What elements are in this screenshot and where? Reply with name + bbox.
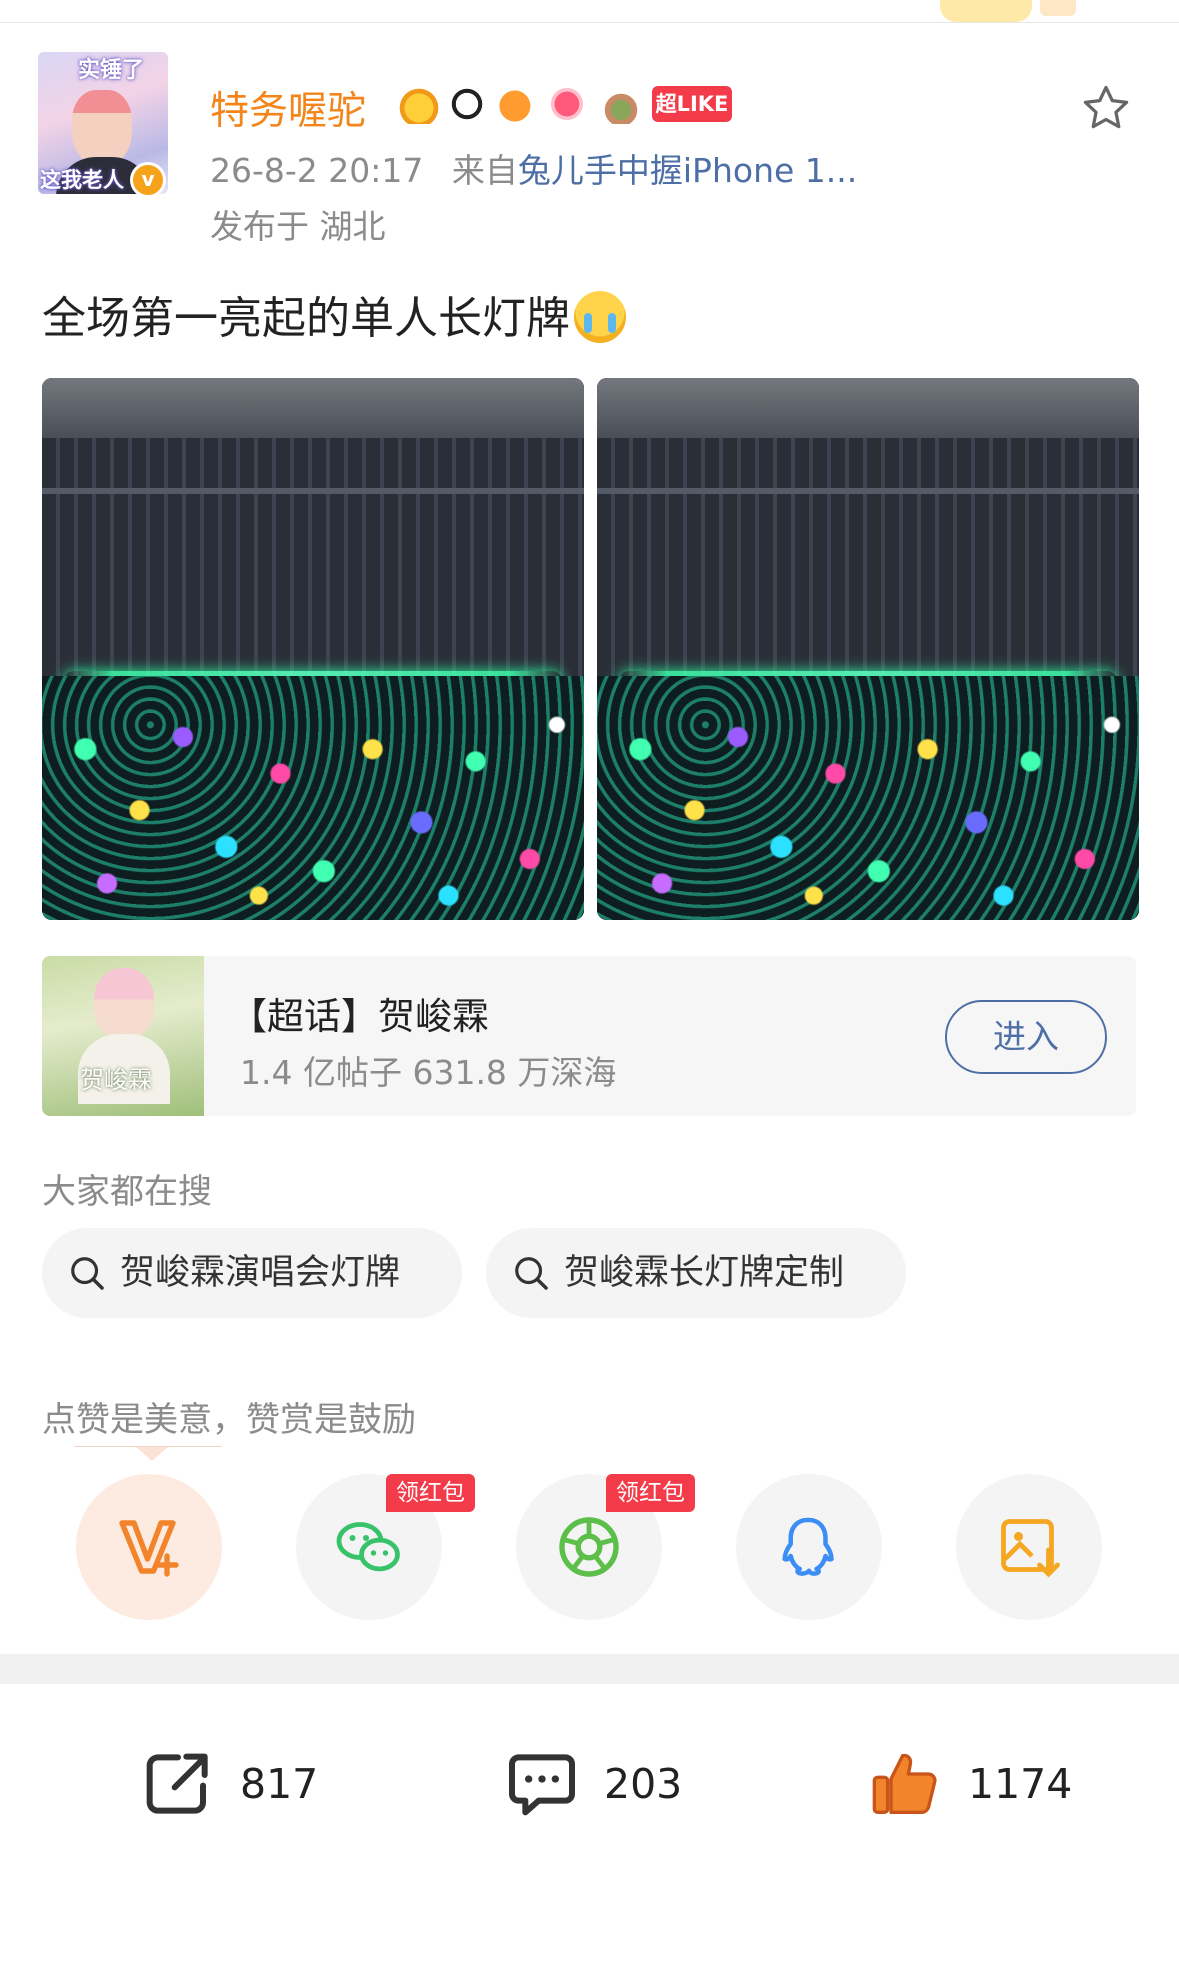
repost-icon (146, 1753, 208, 1814)
diamond-badge-icon[interactable] (548, 84, 590, 124)
post-text: 全场第一亮起的单人长灯牌 (42, 282, 626, 346)
fish-badge-icon[interactable] (496, 84, 538, 124)
reward-button[interactable] (76, 1474, 222, 1620)
comment-count: 203 (604, 1760, 683, 1808)
wechat-icon (336, 1522, 400, 1572)
stadium-roof (42, 378, 584, 715)
repost-button[interactable]: 817 (138, 1744, 318, 1824)
super-topic-title: 【超话】贺峻霖 (230, 995, 489, 1038)
source-prefix: 来自 (451, 151, 518, 190)
qq-icon (782, 1517, 834, 1576)
thumbs-up-icon (872, 1753, 937, 1814)
repost-count: 817 (240, 1760, 319, 1808)
trending-search-label: 大家都在搜 (42, 1172, 212, 1212)
top-banner-fragment (940, 0, 1032, 22)
search-chip-label: 贺峻霖演唱会灯牌 (120, 1253, 401, 1293)
super-topic-image: 贺峻霖 (42, 956, 204, 1116)
search-chip[interactable]: 贺峻霖长灯牌定制 (486, 1228, 906, 1318)
share-qq-button[interactable] (736, 1474, 882, 1620)
stadium-roof (597, 378, 1139, 715)
section-divider (0, 1654, 1179, 1684)
post-time: 26-8-2 20:17 (210, 151, 424, 190)
post-image-2[interactable] (597, 378, 1139, 920)
search-chip-label: 贺峻霖长灯牌定制 (564, 1253, 845, 1293)
username[interactable]: 特务喔驼 (210, 80, 366, 136)
verified-icon: v (130, 162, 166, 198)
post-location: 发布于 湖北 (210, 207, 386, 246)
praise-text: 点赞是美意，赞赏是鼓励 (42, 1400, 416, 1440)
post-text-content: 全场第一亮起的单人长灯牌 (42, 293, 570, 344)
enter-button[interactable]: 进入 (945, 1000, 1107, 1074)
comment-button[interactable]: 203 (502, 1744, 682, 1824)
crying-emoji-icon (574, 291, 626, 343)
red-packet-badge[interactable]: 领红包 (606, 1474, 695, 1512)
topic-image-head (94, 968, 154, 1038)
red-packet-badge[interactable]: 领红包 (386, 1474, 475, 1512)
top-divider (0, 22, 1179, 23)
source-device-link[interactable]: 兔儿手中握iPhone 1... (518, 151, 857, 190)
comment-icon (509, 1754, 575, 1816)
action-bar (0, 1684, 1179, 1967)
like-button[interactable]: 1174 (866, 1744, 1072, 1824)
moments-icon (559, 1517, 619, 1577)
top-banner-fragment-2 (1040, 0, 1076, 16)
super-topic-stats: 1.4 亿帖子 631.8 万深海 (240, 1053, 617, 1092)
post-image-1[interactable] (42, 378, 584, 920)
crown-badge-icon[interactable] (398, 84, 440, 124)
panda-badge-icon[interactable] (446, 84, 488, 124)
crowd-lights (42, 676, 584, 920)
search-icon (71, 1257, 104, 1290)
star-icon[interactable] (1080, 82, 1132, 134)
reward-v-icon (119, 1520, 179, 1577)
super-topic-card[interactable]: 贺峻霖 【超话】贺峻霖 1.4 亿帖子 631.8 万深海 进入 (42, 956, 1136, 1116)
topic-image-caption: 贺峻霖 (80, 1066, 152, 1094)
super-like-badge[interactable]: 超LIKE (652, 86, 732, 122)
search-chip[interactable]: 贺峻霖演唱会灯牌 (42, 1228, 462, 1318)
crowd-lights (597, 676, 1139, 920)
search-icon (515, 1257, 548, 1290)
tooltip-caret (136, 1447, 168, 1461)
avatar-caption-bottom: 这我老人 (40, 167, 124, 192)
avatar-face (72, 90, 132, 166)
save-image-button[interactable] (956, 1474, 1102, 1620)
avatar-caption-top: 实锤了 (78, 57, 145, 83)
save-image-icon (1001, 1519, 1060, 1578)
like-count: 1174 (968, 1760, 1073, 1808)
fan-badge-icon[interactable] (600, 84, 642, 124)
post-meta: 26-8-2 20:17 来自兔儿手中握iPhone 1... (210, 144, 857, 192)
